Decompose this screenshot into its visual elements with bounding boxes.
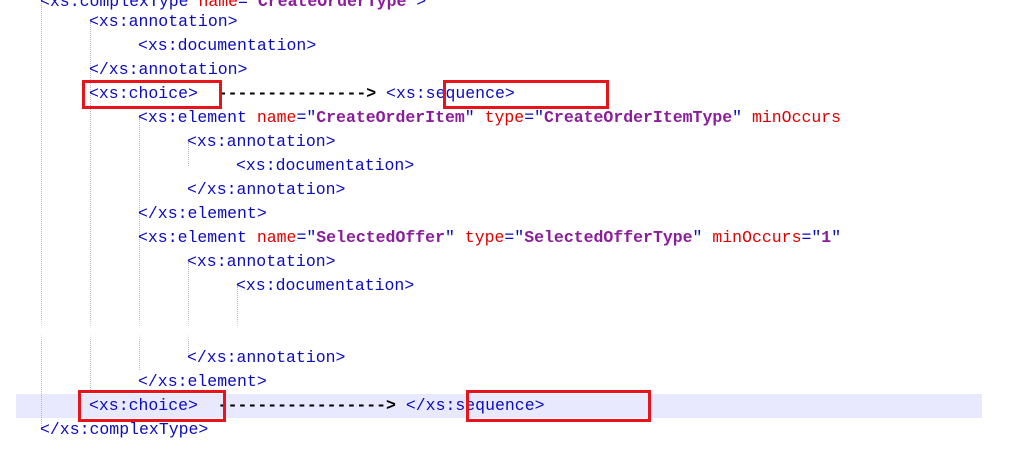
tag-token: <xs:annotation> bbox=[89, 12, 238, 31]
arrow-annotation: ---------------> bbox=[197, 84, 377, 103]
code-line-element-selectedoffer[interactable]: <xs:element name="SelectedOffer" type="S… bbox=[0, 226, 1024, 250]
attr-token: minOccurs bbox=[712, 228, 802, 247]
code-line-element-createorderitem[interactable]: <xs:element name="CreateOrderItem" type=… bbox=[0, 106, 1024, 130]
tag-token: " bbox=[732, 108, 752, 127]
tag-token: " bbox=[692, 228, 713, 247]
tag-token: =" bbox=[801, 228, 822, 247]
attr-token: type bbox=[484, 108, 525, 127]
tag-token: =" bbox=[296, 228, 317, 247]
line-text: <xs:element name="CreateOrderItem" type=… bbox=[138, 106, 841, 130]
choice-open-highlight-box bbox=[82, 80, 222, 109]
arrow-annotation: -----------------> bbox=[197, 396, 396, 415]
sequence-open-highlight-box bbox=[443, 80, 609, 109]
tag-token: <xs:element bbox=[138, 228, 257, 247]
line-text: <xs:element name="SelectedOffer" type="S… bbox=[138, 226, 841, 250]
attr-token: type bbox=[464, 228, 505, 247]
tag-token: <xs:documentation> bbox=[138, 36, 317, 55]
tag-token: =" bbox=[296, 108, 317, 127]
code-line-annotation-open[interactable]: <xs:annotation> bbox=[0, 10, 1024, 34]
sequence-close-highlight-box bbox=[466, 390, 651, 422]
attr-token: minOccurs bbox=[751, 108, 842, 127]
tag-token: <xs:element bbox=[138, 108, 257, 127]
tag-token: " bbox=[464, 108, 485, 127]
value-token: CreateOrderItem bbox=[316, 108, 465, 127]
code-line-documentation[interactable]: <xs:documentation> bbox=[0, 34, 1024, 58]
code-line-annotation-close[interactable]: </xs:annotation> bbox=[0, 58, 1024, 82]
tag-token: </xs:annotation> bbox=[187, 180, 346, 199]
value-token: CreateOrderItemType bbox=[544, 108, 733, 127]
code-line-annotation-close[interactable]: </xs:annotation> bbox=[0, 178, 1024, 202]
code-line-annotation-open[interactable]: <xs:annotation> bbox=[0, 250, 1024, 274]
attr-token: name bbox=[256, 108, 297, 127]
code-line-documentation[interactable]: <xs:documentation> bbox=[0, 154, 1024, 178]
tag-token: <xs:annotation> bbox=[187, 132, 336, 151]
tag-token: =" bbox=[524, 108, 545, 127]
attr-token: name bbox=[256, 228, 297, 247]
tag-token: <xs:documentation> bbox=[236, 276, 415, 295]
code-line-element-close[interactable]: </xs:element> bbox=[0, 202, 1024, 226]
value-token: SelectedOffer bbox=[316, 228, 445, 247]
code-line-annotation-close[interactable]: </xs:annotation> bbox=[0, 346, 1024, 370]
code-line-documentation[interactable]: <xs:documentation> bbox=[0, 274, 1024, 298]
tag-token: =" bbox=[504, 228, 525, 247]
tag-token: " bbox=[444, 228, 465, 247]
tag-token: </xs:element> bbox=[138, 204, 267, 223]
choice-close-highlight-box bbox=[78, 390, 226, 422]
tag-token: </xs:annotation> bbox=[89, 60, 248, 79]
tag-token: <xs:annotation> bbox=[187, 252, 336, 271]
value-token: 1 bbox=[821, 228, 832, 247]
tag-token: <xs:documentation> bbox=[236, 156, 415, 175]
tag-token: " bbox=[831, 228, 842, 247]
value-token: SelectedOfferType bbox=[524, 228, 693, 247]
code-line-annotation-open[interactable]: <xs:annotation> bbox=[0, 130, 1024, 154]
tag-token: </xs:annotation> bbox=[187, 348, 346, 367]
collapsed-gap bbox=[0, 320, 1024, 342]
